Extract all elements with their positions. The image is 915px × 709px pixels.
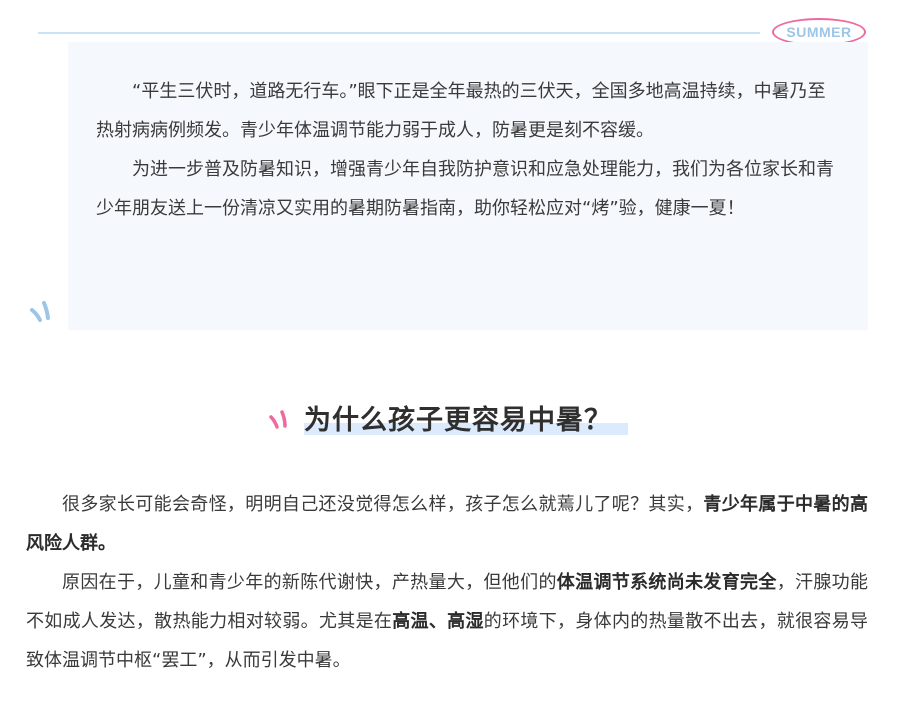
intro-paragraph-1: “平生三伏时，道路无行车。”眼下正是全年最热的三伏天，全国多地高温持续，中暑乃至… xyxy=(96,81,826,141)
section-title: 为什么孩子更容易中暑？ xyxy=(304,398,628,437)
intro-card: “平生三伏时，道路无行车。”眼下正是全年最热的三伏天，全国多地高温持续，中暑乃至… xyxy=(68,42,868,330)
body-p2-text-a: 原因在于，儿童和青少年的新陈代谢快，产热量大，但他们的 xyxy=(62,572,557,593)
body-p2-bold-b: 高温、高湿 xyxy=(392,611,484,632)
intro-paragraph-2: 为进一步普及防暑知识，增强青少年自我防护意识和应急处理能力，我们为各位家长和青少… xyxy=(96,159,834,219)
body-p2-bold-a: 体温调节系统尚未发育完全 xyxy=(556,572,777,593)
body-text: 很多家长可能会奇怪，明明自己还没觉得怎么样，孩子怎么就蔫儿了呢？其实，青少年属于… xyxy=(26,485,868,680)
section-heading: 为什么孩子更容易中暑？ xyxy=(268,393,628,441)
summer-badge-label: SUMMER xyxy=(786,24,852,40)
body-paragraph-1: 很多家长可能会奇怪，明明自己还没觉得怎么样，孩子怎么就蔫儿了呢？其实，青少年属于… xyxy=(26,485,868,563)
top-divider-line xyxy=(38,32,760,34)
body-p1-text: 很多家长可能会奇怪，明明自己还没觉得怎么样，孩子怎么就蔫儿了呢？其实， xyxy=(62,494,704,515)
body-paragraph-2: 原因在于，儿童和青少年的新陈代谢快，产热量大，但他们的体温调节系统尚未发育完全，… xyxy=(26,563,868,680)
decorative-blue-marks-icon xyxy=(30,301,50,322)
decorative-pink-marks-icon xyxy=(269,410,287,429)
